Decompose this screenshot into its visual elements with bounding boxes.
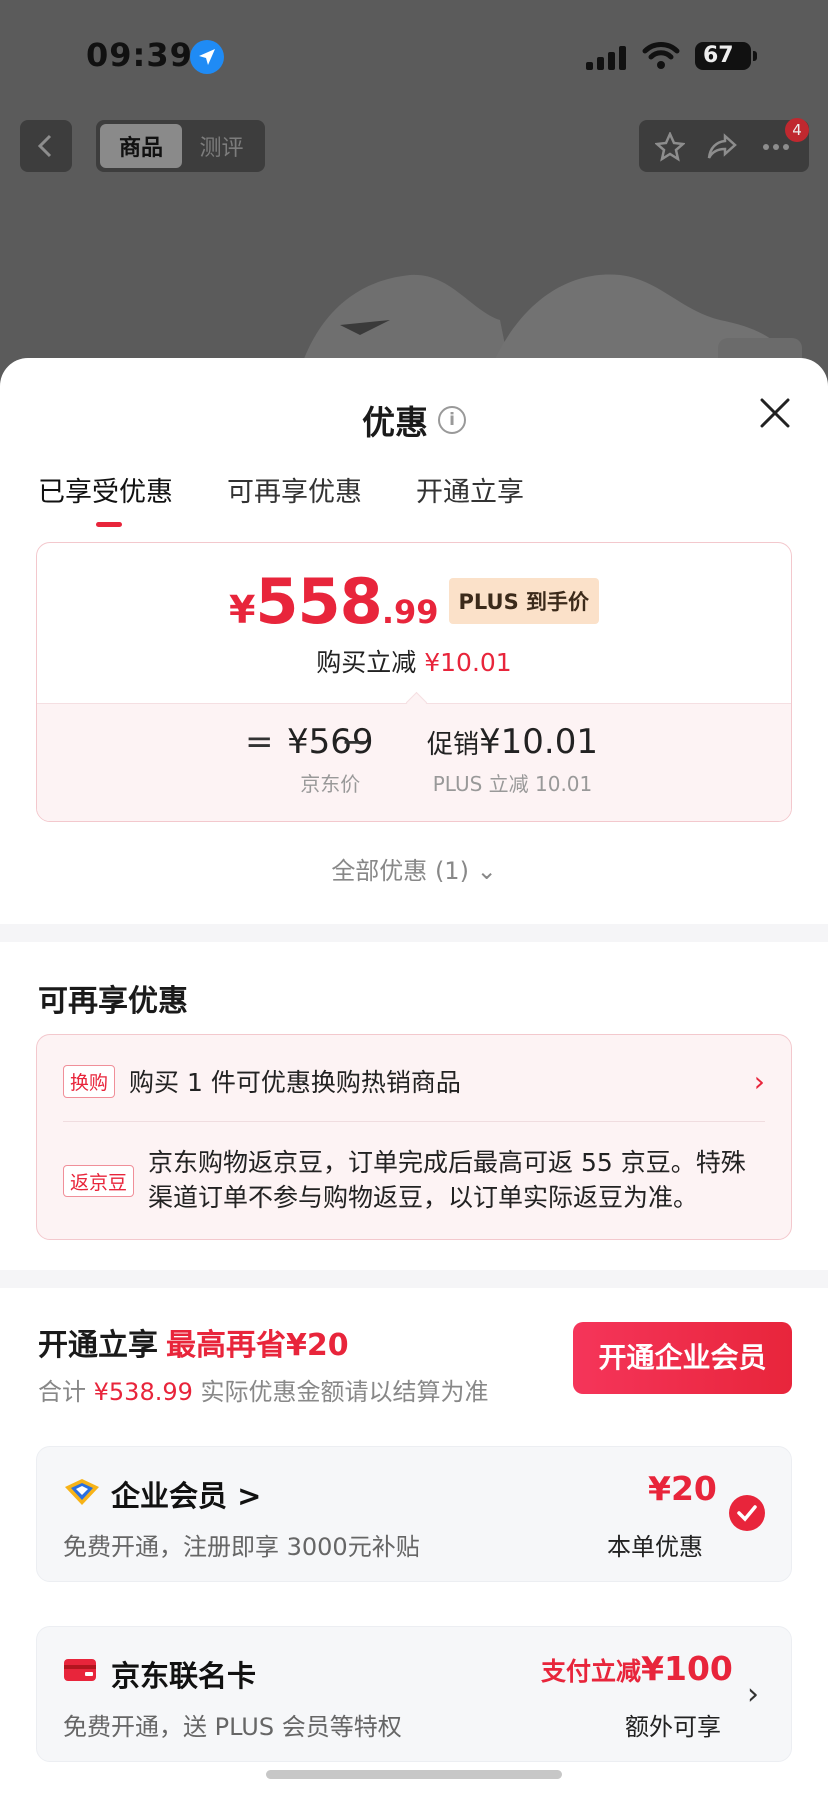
enterprise-member-card[interactable]: 企业会员 > 免费开通，注册即享 3000元补贴 ¥20 本单优惠: [36, 1446, 792, 1582]
total-amount: ¥538.99: [93, 1378, 193, 1406]
sheet-title: 优惠 i: [0, 396, 828, 444]
price-currency: ¥: [228, 588, 256, 632]
chevron-right-icon: ›: [747, 1677, 759, 1712]
home-indicator: [266, 1770, 562, 1779]
price-breakdown-card: ¥558.99 PLUS 到手价 购买立减 ¥10.01 = ¥569 京东价 −…: [36, 542, 792, 822]
tab-more-offers[interactable]: 可再享优惠: [227, 470, 362, 527]
top-toolbar: [639, 120, 809, 172]
tab-open-membership[interactable]: 开通立享: [416, 470, 524, 527]
jd-bean-text: 京东购物返京豆，订单完成后最高可返 55 京豆。特殊渠道订单不参与购物返豆，以订…: [148, 1148, 746, 1212]
direct-discount-label: 购买立减: [316, 648, 417, 677]
price-integer: 558: [255, 565, 382, 638]
battery-icon: 67: [695, 42, 757, 70]
promotion-sheet: 优惠 i 已享受优惠 可再享优惠 开通立享 ¥558.99 PLUS 到手价 购买立…: [0, 358, 828, 1795]
total-prefix: 合计: [38, 1378, 86, 1406]
enterprise-member-amount: ¥20: [648, 1469, 717, 1508]
promo-discount: 促销¥10.01 PLUS 立减 10.01: [427, 722, 598, 797]
extra-offers-card: 换购 购买 1 件可优惠换购热销商品 › 返京豆 京东购物返京豆，订单完成后最高…: [36, 1034, 792, 1240]
extra-offers-title: 可再享优惠: [38, 984, 188, 1019]
close-icon[interactable]: [758, 396, 792, 430]
direct-discount-amount: ¥10.01: [424, 648, 512, 677]
promo-prefix: 促销: [427, 730, 480, 760]
tab-product[interactable]: 商品: [100, 124, 182, 168]
trade-in-tag: 换购: [63, 1064, 116, 1098]
all-offers-toggle[interactable]: 全部优惠 (1) ⌄: [0, 851, 828, 886]
jd-cobrand-amount-prefix: 支付立减: [541, 1657, 642, 1686]
enterprise-member-desc: 免费开通，注册即享 3000元补贴: [63, 1533, 420, 1561]
minus-sign: −: [341, 722, 370, 762]
jd-bean-tag: 返京豆: [63, 1165, 135, 1197]
all-offers-label: 全部优惠 (1): [331, 857, 469, 885]
info-icon[interactable]: i: [438, 406, 466, 434]
promo-label: PLUS 立减 10.01: [432, 772, 593, 796]
open-section-title: 开通立享 最高再省¥20: [38, 1320, 349, 1364]
final-price: ¥558.99 PLUS 到手价: [37, 565, 791, 638]
direct-discount: 购买立减 ¥10.01: [37, 643, 791, 679]
jd-bean-offer-row: 返京豆 京东购物返京豆，订单完成后最高可返 55 京豆。特殊渠道订单不参与购物返…: [63, 1145, 765, 1215]
section-divider: [0, 924, 828, 942]
tab-enjoyed[interactable]: 已享受优惠: [38, 470, 173, 527]
sheet-tabs: 已享受优惠 可再享优惠 开通立享: [38, 470, 524, 527]
jd-price-label: 京东价: [300, 772, 361, 796]
star-icon[interactable]: [655, 132, 685, 162]
section-divider: [0, 1270, 828, 1288]
jd-cobrand-card[interactable]: 京东联名卡 免费开通，送 PLUS 会员等特权 支付立减¥100 额外可享 ›: [36, 1626, 792, 1762]
credit-card-icon: [64, 1659, 96, 1681]
chevron-down-icon: ⌄: [476, 857, 497, 885]
open-enterprise-member-button[interactable]: 开通企业会员: [573, 1322, 792, 1394]
max-save: 最高再省¥20: [166, 1328, 349, 1363]
equals-sign: =: [245, 722, 274, 762]
share-icon[interactable]: [707, 132, 737, 162]
trade-in-text: 购买 1 件可优惠换购热销商品: [129, 1068, 461, 1097]
back-button[interactable]: [20, 120, 72, 172]
enterprise-member-icon: [65, 1479, 99, 1505]
chevron-right-icon: ›: [753, 1064, 765, 1098]
jd-cobrand-amount-value: ¥100: [641, 1649, 733, 1688]
promo-amount: ¥10.01: [479, 722, 598, 762]
cellular-signal-icon: [586, 44, 626, 70]
jd-cobrand-sub: 额外可享: [625, 1713, 721, 1741]
open-title: 开通立享: [38, 1328, 158, 1363]
row-divider: [63, 1121, 765, 1122]
location-arrow-icon: [190, 40, 224, 74]
total-suffix: 实际优惠金额请以结算为准: [200, 1378, 489, 1406]
jd-cobrand-desc: 免费开通，送 PLUS 会员等特权: [63, 1713, 402, 1741]
jd-cobrand-name: 京东联名卡: [111, 1659, 257, 1693]
sheet-title-text: 优惠: [362, 403, 428, 442]
jd-cobrand-amount: 支付立减¥100: [541, 1649, 733, 1688]
wifi-icon: [642, 42, 680, 69]
total-line: 合计 ¥538.99 实际优惠金额请以结算为准: [38, 1372, 489, 1407]
product-tab-switch: 商品 测评: [96, 120, 265, 172]
status-time: 09:39: [86, 36, 193, 74]
enterprise-member-name: 企业会员 >: [111, 1479, 262, 1513]
tab-review[interactable]: 测评: [182, 124, 261, 168]
plus-price-tag: PLUS 到手价: [448, 578, 600, 624]
checkmark-icon[interactable]: [729, 1495, 765, 1531]
price-decimal: .99: [381, 593, 439, 631]
enterprise-member-sub: 本单优惠: [607, 1533, 703, 1561]
notification-badge: 4: [785, 118, 809, 142]
price-formula: = ¥569 京东价 − 促销¥10.01 PLUS 立减 10.01: [37, 703, 791, 821]
trade-in-offer-row[interactable]: 换购 购买 1 件可优惠换购热销商品 ›: [63, 1063, 765, 1099]
dimmed-product-page: 09:39 67 商品 测评 4: [0, 0, 828, 398]
status-bar: 09:39 67: [0, 0, 828, 110]
